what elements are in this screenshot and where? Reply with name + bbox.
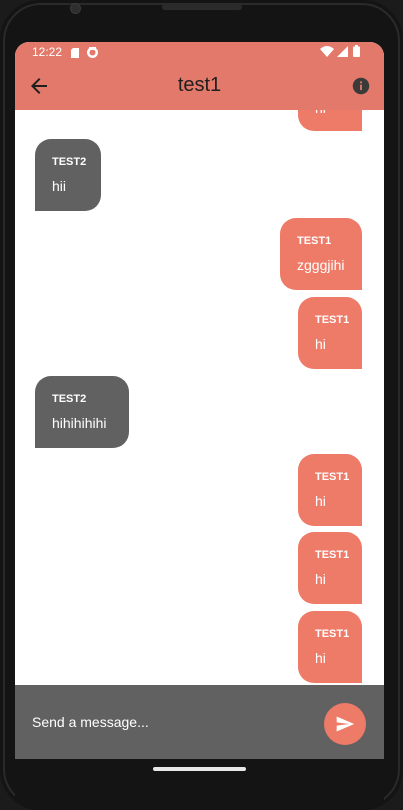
screen: 12:22 test1 TEST2 hii TEST1 zgggjihi TES… <box>15 42 384 759</box>
message-text: hi <box>315 571 326 587</box>
message-sender: TEST2 <box>52 393 87 405</box>
send-button[interactable] <box>324 703 366 745</box>
status-time: 12:22 <box>32 45 63 59</box>
status-bar: 12:22 <box>15 42 384 62</box>
message-sender: TEST1 <box>315 549 350 561</box>
message-bubble: TEST1 hi <box>298 297 362 369</box>
message-bubble: TEST2 hii <box>35 139 101 211</box>
message-bubble: TEST1 zgggjihi <box>280 218 362 290</box>
message-composer <box>15 685 384 759</box>
message-sender: TEST2 <box>52 156 87 168</box>
message-bubble: TEST1 hi <box>298 532 362 604</box>
message-bubble: TEST1 hi <box>298 611 362 683</box>
message-text: hi <box>315 336 326 352</box>
message-input[interactable] <box>32 710 312 734</box>
message-text: hii <box>52 178 67 194</box>
home-gesture-bar[interactable] <box>153 767 246 771</box>
message-bubble: TEST1 hi <box>298 454 362 526</box>
battery-icon <box>353 45 360 60</box>
message-sender: TEST1 <box>315 314 350 326</box>
chat-title: test1 <box>177 74 222 96</box>
message-text: zgggjihi <box>297 257 345 273</box>
message-sender: TEST1 <box>297 235 332 247</box>
app-bar: test1 <box>15 62 384 110</box>
wifi-icon <box>320 46 334 60</box>
speaker-grille <box>162 4 242 10</box>
message-text: hi <box>315 493 326 509</box>
message-bubble: TEST2 hihihihihi <box>35 376 129 448</box>
message-sender: TEST1 <box>315 628 350 640</box>
message-list[interactable]: hi TEST2 hii TEST1 zgggjihi TEST1 hi TES… <box>15 110 384 685</box>
send-icon <box>336 716 355 732</box>
signal-icon <box>337 46 348 60</box>
phone-frame: 12:22 test1 TEST2 hii TEST1 zgggjihi TES… <box>0 0 403 810</box>
info-icon <box>352 77 370 95</box>
camera-icon <box>70 3 81 14</box>
message-sender: TEST1 <box>315 471 350 483</box>
message-text: hi <box>315 650 326 666</box>
sd-card-icon <box>71 47 79 61</box>
message-text: hihihihihi <box>52 415 107 431</box>
message-bubble: hi <box>298 110 362 131</box>
sync-icon <box>87 47 98 61</box>
message-text: hi <box>315 110 345 116</box>
info-button[interactable] <box>350 75 372 97</box>
system-nav-bar <box>15 759 384 810</box>
